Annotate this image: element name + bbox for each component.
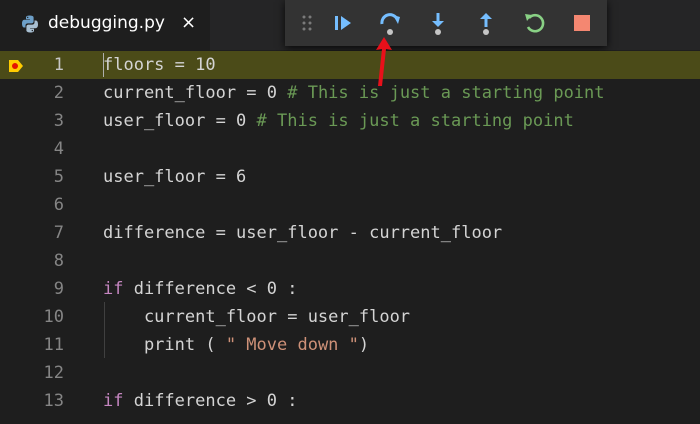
stop-button[interactable] xyxy=(567,8,597,38)
step-out-icon xyxy=(480,13,492,35)
line-number: 3 xyxy=(53,111,64,131)
code-line[interactable]: 12 xyxy=(0,359,700,387)
code-token: if xyxy=(103,391,124,411)
continue-icon xyxy=(335,16,351,30)
code-line[interactable]: 9 if difference < 0 : xyxy=(0,275,700,303)
line-number: 1 xyxy=(53,55,64,75)
code-line[interactable]: 1 floors = 10 xyxy=(0,51,700,79)
line-number: 10 xyxy=(43,307,64,327)
code-text: if difference > 0 : xyxy=(103,387,297,415)
code-text: current_floor = user_floor xyxy=(103,303,410,331)
python-icon xyxy=(20,14,40,34)
code-line[interactable]: 6 xyxy=(0,191,700,219)
tab-title: debugging.py xyxy=(48,13,165,33)
code-token: user_floor = 0 xyxy=(103,111,257,131)
drag-handle-icon[interactable] xyxy=(300,13,314,33)
code-text: print ( " Move down ") xyxy=(103,331,369,359)
step-over-icon xyxy=(380,13,400,35)
line-number: 13 xyxy=(43,391,64,411)
stop-icon xyxy=(574,15,590,31)
line-number: 11 xyxy=(43,335,64,355)
code-token: user_floor = 6 xyxy=(103,167,247,187)
continue-button[interactable] xyxy=(328,8,358,38)
code-token: difference < 0 : xyxy=(123,279,298,299)
code-line[interactable]: 3 user_floor = 0 # This is just a startin… xyxy=(0,107,700,135)
code-token: ) xyxy=(358,335,370,355)
code-token: difference = user_floor - current_floor xyxy=(103,223,503,243)
line-number: 7 xyxy=(53,223,64,243)
line-number: 8 xyxy=(53,251,64,271)
step-out-button[interactable] xyxy=(471,8,501,38)
code-text: floors = 10 xyxy=(103,51,216,79)
code-token: if xyxy=(103,279,124,299)
line-number: 12 xyxy=(43,363,64,383)
restart-button[interactable] xyxy=(520,8,550,38)
code-line[interactable]: 7 difference = user_floor - current_floor xyxy=(0,219,700,247)
code-token: floors = 10 xyxy=(103,55,216,75)
code-line[interactable]: 11 print ( " Move down ") xyxy=(0,331,700,359)
code-line[interactable]: 2 current_floor = 0 # This is just a star… xyxy=(0,79,700,107)
code-token: # This is just a starting point xyxy=(256,111,574,131)
code-text: user_floor = 0 # This is just a starting… xyxy=(103,107,574,135)
debug-toolbar xyxy=(285,0,607,46)
code-line[interactable]: 13 if difference > 0 : xyxy=(0,387,700,415)
red-arrow-icon xyxy=(376,37,392,86)
line-number: 2 xyxy=(53,83,64,103)
code-text: current_floor = 0 # This is just a start… xyxy=(103,79,605,107)
code-token: current_floor = user_floor xyxy=(103,307,411,327)
line-number: 5 xyxy=(53,167,64,187)
step-over-button[interactable] xyxy=(376,8,406,38)
code-token: print ( xyxy=(103,335,226,355)
close-icon[interactable]: × xyxy=(181,12,196,33)
line-number: 6 xyxy=(53,195,64,215)
code-token: difference > 0 : xyxy=(123,391,298,411)
restart-icon xyxy=(525,13,545,33)
code-text: difference = user_floor - current_floor xyxy=(103,219,502,247)
code-token: current_floor = 0 xyxy=(103,83,288,103)
line-number: 4 xyxy=(53,139,64,159)
code-line[interactable]: 10 current_floor = user_floor xyxy=(0,303,700,331)
code-text: if difference < 0 : xyxy=(103,275,297,303)
line-number: 9 xyxy=(53,279,64,299)
step-into-button[interactable] xyxy=(423,8,453,38)
code-editor[interactable]: 1 floors = 10 2 current_floor = 0 # This is… xyxy=(0,50,700,424)
code-token: " Move down " xyxy=(225,335,359,355)
code-line[interactable]: 4 xyxy=(0,135,700,163)
code-token: # This is just a starting point xyxy=(287,83,605,103)
code-text: user_floor = 6 xyxy=(103,163,246,191)
step-into-icon xyxy=(432,13,444,35)
tab-debugging-py[interactable]: debugging.py × xyxy=(0,0,210,50)
text-cursor xyxy=(103,53,104,77)
code-line[interactable]: 5 user_floor = 6 xyxy=(0,163,700,191)
code-line[interactable]: 8 xyxy=(0,247,700,275)
